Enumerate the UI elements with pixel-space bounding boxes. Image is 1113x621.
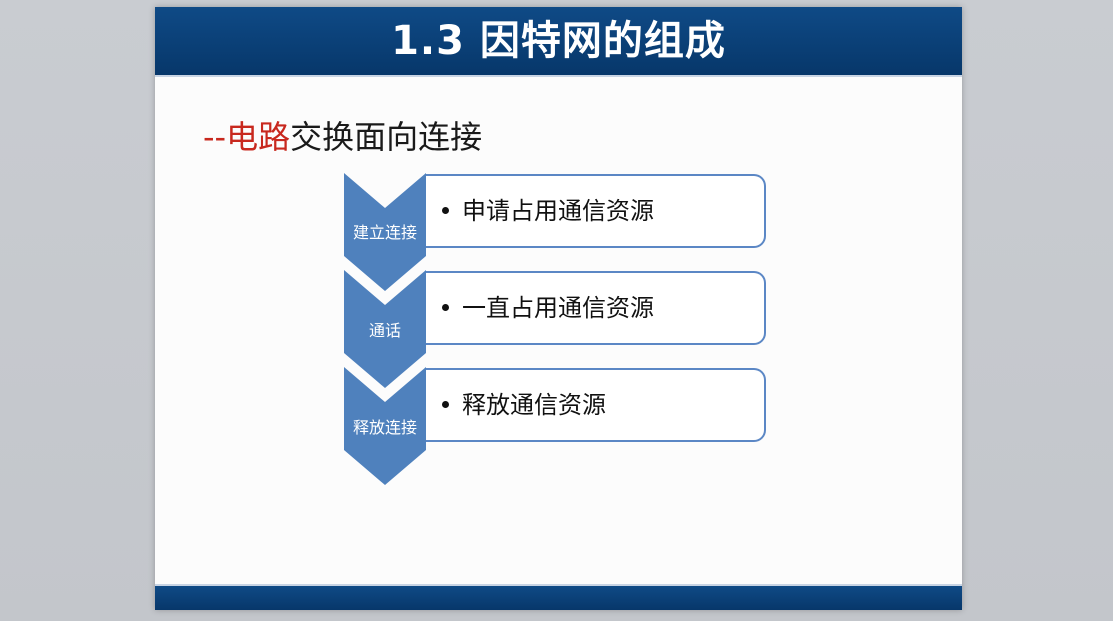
chevron-label-step-1: 建立连接 (352, 223, 417, 242)
footer-bar (155, 584, 962, 610)
slide-title: 1.3 因特网的组成 (391, 18, 726, 64)
step-1-detail: 申请占用通信资源 (462, 197, 654, 225)
step-2-box: 一直占用通信资源 (426, 271, 766, 345)
title-bar: 1.3 因特网的组成 (155, 7, 962, 77)
chevron-step-3: 释放连接 (344, 367, 426, 485)
bullet-icon (442, 401, 449, 408)
chevron-label-step-3: 释放连接 (352, 418, 417, 437)
chevron-label-step-2: 通话 (368, 321, 401, 340)
slide: 1.3 因特网的组成 --电路交换面向连接 建立连接 申请占用通信资源 通话 一… (155, 7, 962, 610)
bullet-icon (442, 207, 449, 214)
step-1-box: 申请占用通信资源 (426, 174, 766, 248)
subtitle-rest: 交换面向连接 (290, 118, 483, 156)
subtitle-prefix: -- (203, 118, 227, 156)
bullet-icon (442, 304, 449, 311)
subtitle-highlight: 电路 (226, 118, 291, 156)
slide-subtitle: --电路交换面向连接 (203, 115, 482, 159)
step-3-detail: 释放通信资源 (462, 391, 606, 419)
step-2-detail: 一直占用通信资源 (462, 294, 654, 322)
step-3-box: 释放通信资源 (426, 368, 766, 442)
